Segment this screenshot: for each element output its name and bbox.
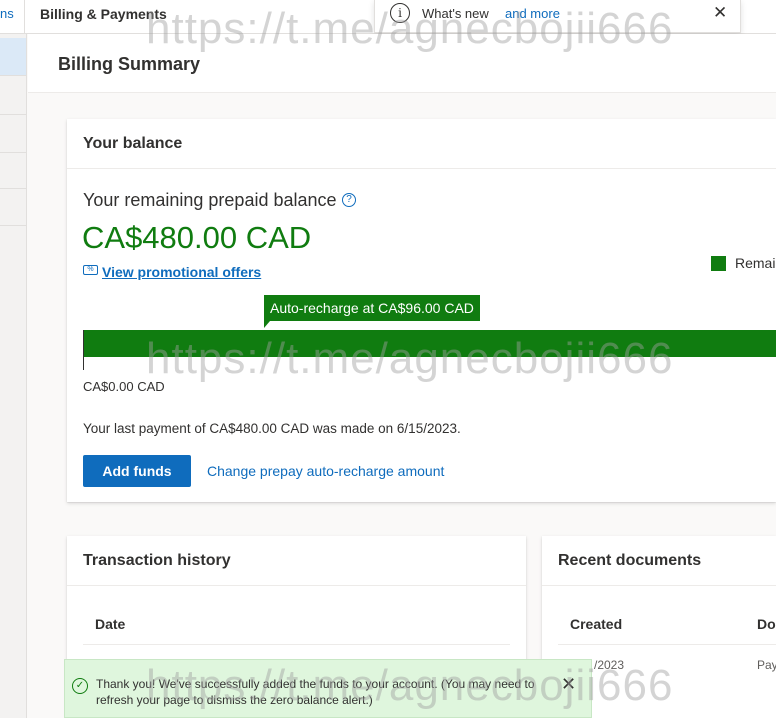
column-rule	[83, 644, 510, 645]
rail-item[interactable]	[0, 76, 26, 115]
auto-recharge-marker-arrow	[264, 321, 270, 328]
nav-divider	[24, 0, 25, 34]
watermark: https://t.me/agnecbojii666	[146, 4, 674, 53]
table-cell: Pay	[757, 658, 776, 672]
rail-item-active[interactable]	[0, 38, 26, 76]
checkmark-icon: ✓	[72, 678, 88, 694]
rail-item[interactable]	[0, 189, 26, 226]
promo-tag-icon: %	[83, 265, 98, 275]
remaining-balance-label: Your remaining prepaid balance	[83, 190, 337, 210]
left-nav-rail	[0, 34, 27, 718]
rail-item[interactable]	[0, 115, 26, 153]
card-header: Your balance	[67, 119, 776, 169]
balance-card-title: Your balance	[83, 135, 183, 152]
auto-recharge-marker: Auto-recharge at CA$96.00 CAD	[264, 295, 480, 321]
page-title: Billing Summary	[58, 54, 201, 74]
change-auto-recharge-link[interactable]: Change prepay auto-recharge amount	[207, 463, 444, 479]
legend-swatch	[711, 256, 726, 271]
bar-zero-tick	[83, 330, 84, 370]
watermark: https://t.me/agnecbojii666	[146, 334, 674, 383]
add-funds-button[interactable]: Add funds	[83, 455, 191, 487]
column-header-created[interactable]: Created	[570, 616, 622, 632]
nav-fragment[interactable]: ns	[0, 6, 14, 21]
card-header: Transaction history	[67, 536, 526, 586]
promo-offers-link[interactable]: View promotional offers	[102, 264, 261, 280]
watermark: https://t.me/agnecbojii666	[146, 661, 674, 710]
balance-amount: CA$480.00 CAD	[82, 220, 312, 255]
help-icon[interactable]: ?	[342, 193, 356, 207]
column-header-document[interactable]: Do	[757, 616, 776, 632]
rail-item[interactable]	[0, 153, 26, 189]
legend-label: Remain	[735, 255, 776, 271]
balance-card: Your balance Your remaining prepaid bala…	[67, 119, 776, 502]
close-icon[interactable]: ✕	[713, 3, 727, 23]
last-payment-text: Your last payment of CA$480.00 CAD was m…	[83, 421, 461, 436]
column-rule	[558, 644, 776, 645]
column-header-date[interactable]: Date	[95, 616, 125, 632]
recent-documents-title: Recent documents	[558, 552, 702, 569]
transaction-history-title: Transaction history	[83, 552, 231, 569]
card-header: Recent documents	[542, 536, 776, 586]
